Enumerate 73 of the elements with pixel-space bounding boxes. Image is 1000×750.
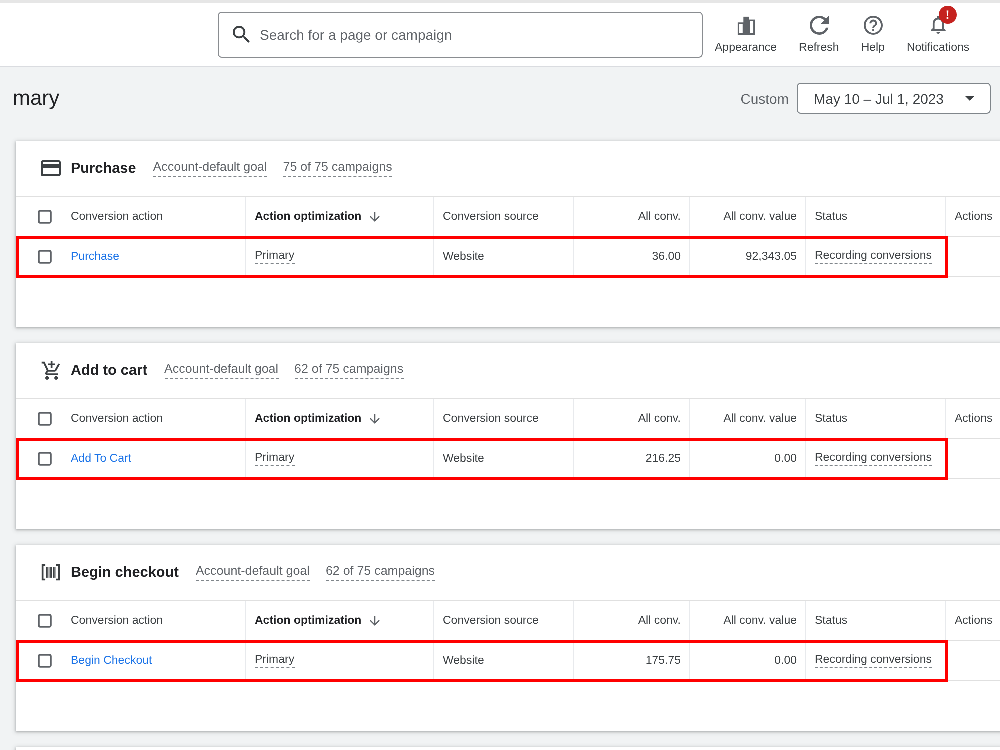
table-cell: Website <box>433 237 573 276</box>
date-range-dropdown[interactable]: May 10 – Jul 1, 2023 <box>797 83 991 114</box>
table-cell: Website <box>433 439 573 478</box>
column-header[interactable]: Status <box>805 399 945 438</box>
column-header[interactable]: All conv. value <box>689 197 805 236</box>
column-header[interactable]: Conversion source <box>433 197 573 236</box>
caret-icon <box>965 96 975 101</box>
credit-card-icon <box>41 159 61 178</box>
table-cell: 216.25 <box>573 439 689 478</box>
column-header[interactable]: All conv. value <box>689 601 805 640</box>
table-cell: Recording conversions <box>805 237 945 276</box>
sort-arrow-icon <box>370 616 380 626</box>
column-header[interactable]: Actions <box>945 197 1000 236</box>
column-header[interactable]: All conv. <box>573 399 689 438</box>
column-header[interactable]: Status <box>805 197 945 236</box>
select-all-checkbox[interactable] <box>38 412 52 426</box>
column-header[interactable]: Status <box>805 601 945 640</box>
bar-blocks-icon <box>736 16 756 34</box>
column-header[interactable]: All conv. value <box>689 399 805 438</box>
date-range-label: Custom <box>740 90 789 106</box>
help-icon <box>864 16 883 34</box>
page-title: mary <box>13 86 60 110</box>
column-header[interactable]: Actions <box>945 399 1000 438</box>
barcode-scan-icon <box>41 563 61 582</box>
campaign-count: 62 of 75 campaigns <box>326 564 436 581</box>
table-cell: Primary <box>245 641 433 680</box>
goal-type-label: Account-default goal <box>196 564 310 581</box>
column-header[interactable]: Actions <box>945 601 1000 640</box>
table-cell: Recording conversions <box>805 439 945 478</box>
refresh-button[interactable]: Refresh <box>788 16 850 54</box>
column-header[interactable]: Action optimization <box>245 197 433 236</box>
help-button[interactable]: Help <box>850 16 896 54</box>
column-header[interactable]: Conversion action <box>60 197 245 236</box>
column-header[interactable]: Conversion source <box>433 399 573 438</box>
campaign-count: 75 of 75 campaigns <box>283 160 392 177</box>
table-cell: Primary <box>245 237 433 276</box>
table-cell: Website <box>433 641 573 680</box>
table-cell: 0.00 <box>689 641 805 680</box>
select-all-checkbox[interactable] <box>38 210 52 224</box>
table-cell: 36.00 <box>573 237 689 276</box>
sort-arrow-icon <box>370 212 380 222</box>
column-header[interactable]: Conversion action <box>60 601 245 640</box>
goal-title: Begin checkout <box>71 564 179 580</box>
row-checkbox[interactable] <box>38 452 52 466</box>
cart-plus-icon <box>41 361 61 380</box>
row-checkbox[interactable] <box>38 250 52 264</box>
table-cell: Recording conversions <box>805 641 945 680</box>
notification-badge: ! <box>938 6 957 24</box>
refresh-icon <box>810 16 829 34</box>
table-cell: 175.75 <box>573 641 689 680</box>
column-header[interactable]: All conv. <box>573 197 689 236</box>
search-field[interactable]: Search for a page or campaign <box>218 12 703 58</box>
row-checkbox[interactable] <box>38 654 52 668</box>
table-cell: 92,343.05 <box>689 237 805 276</box>
goal-type-label: Account-default goal <box>164 362 278 379</box>
sort-arrow-icon <box>370 414 380 424</box>
action-link[interactable]: Add To Cart <box>71 452 132 464</box>
column-header[interactable]: Conversion source <box>433 601 573 640</box>
column-header[interactable]: Action optimization <box>245 601 433 640</box>
column-header[interactable]: Action optimization <box>245 399 433 438</box>
table-cell: 0.00 <box>689 439 805 478</box>
column-header[interactable]: All conv. <box>573 601 689 640</box>
goal-title: Purchase <box>71 160 136 176</box>
action-link[interactable]: Purchase <box>71 250 120 262</box>
search-icon <box>233 26 250 42</box>
appearance-button[interactable]: Appearance <box>704 16 788 54</box>
goal-title: Add to cart <box>71 362 148 378</box>
campaign-count: 62 of 75 campaigns <box>294 362 404 379</box>
table-cell: Primary <box>245 439 433 478</box>
goal-type-label: Account-default goal <box>153 160 268 177</box>
select-all-checkbox[interactable] <box>38 614 52 628</box>
column-header[interactable]: Conversion action <box>60 399 245 438</box>
action-link[interactable]: Begin Checkout <box>71 654 152 666</box>
